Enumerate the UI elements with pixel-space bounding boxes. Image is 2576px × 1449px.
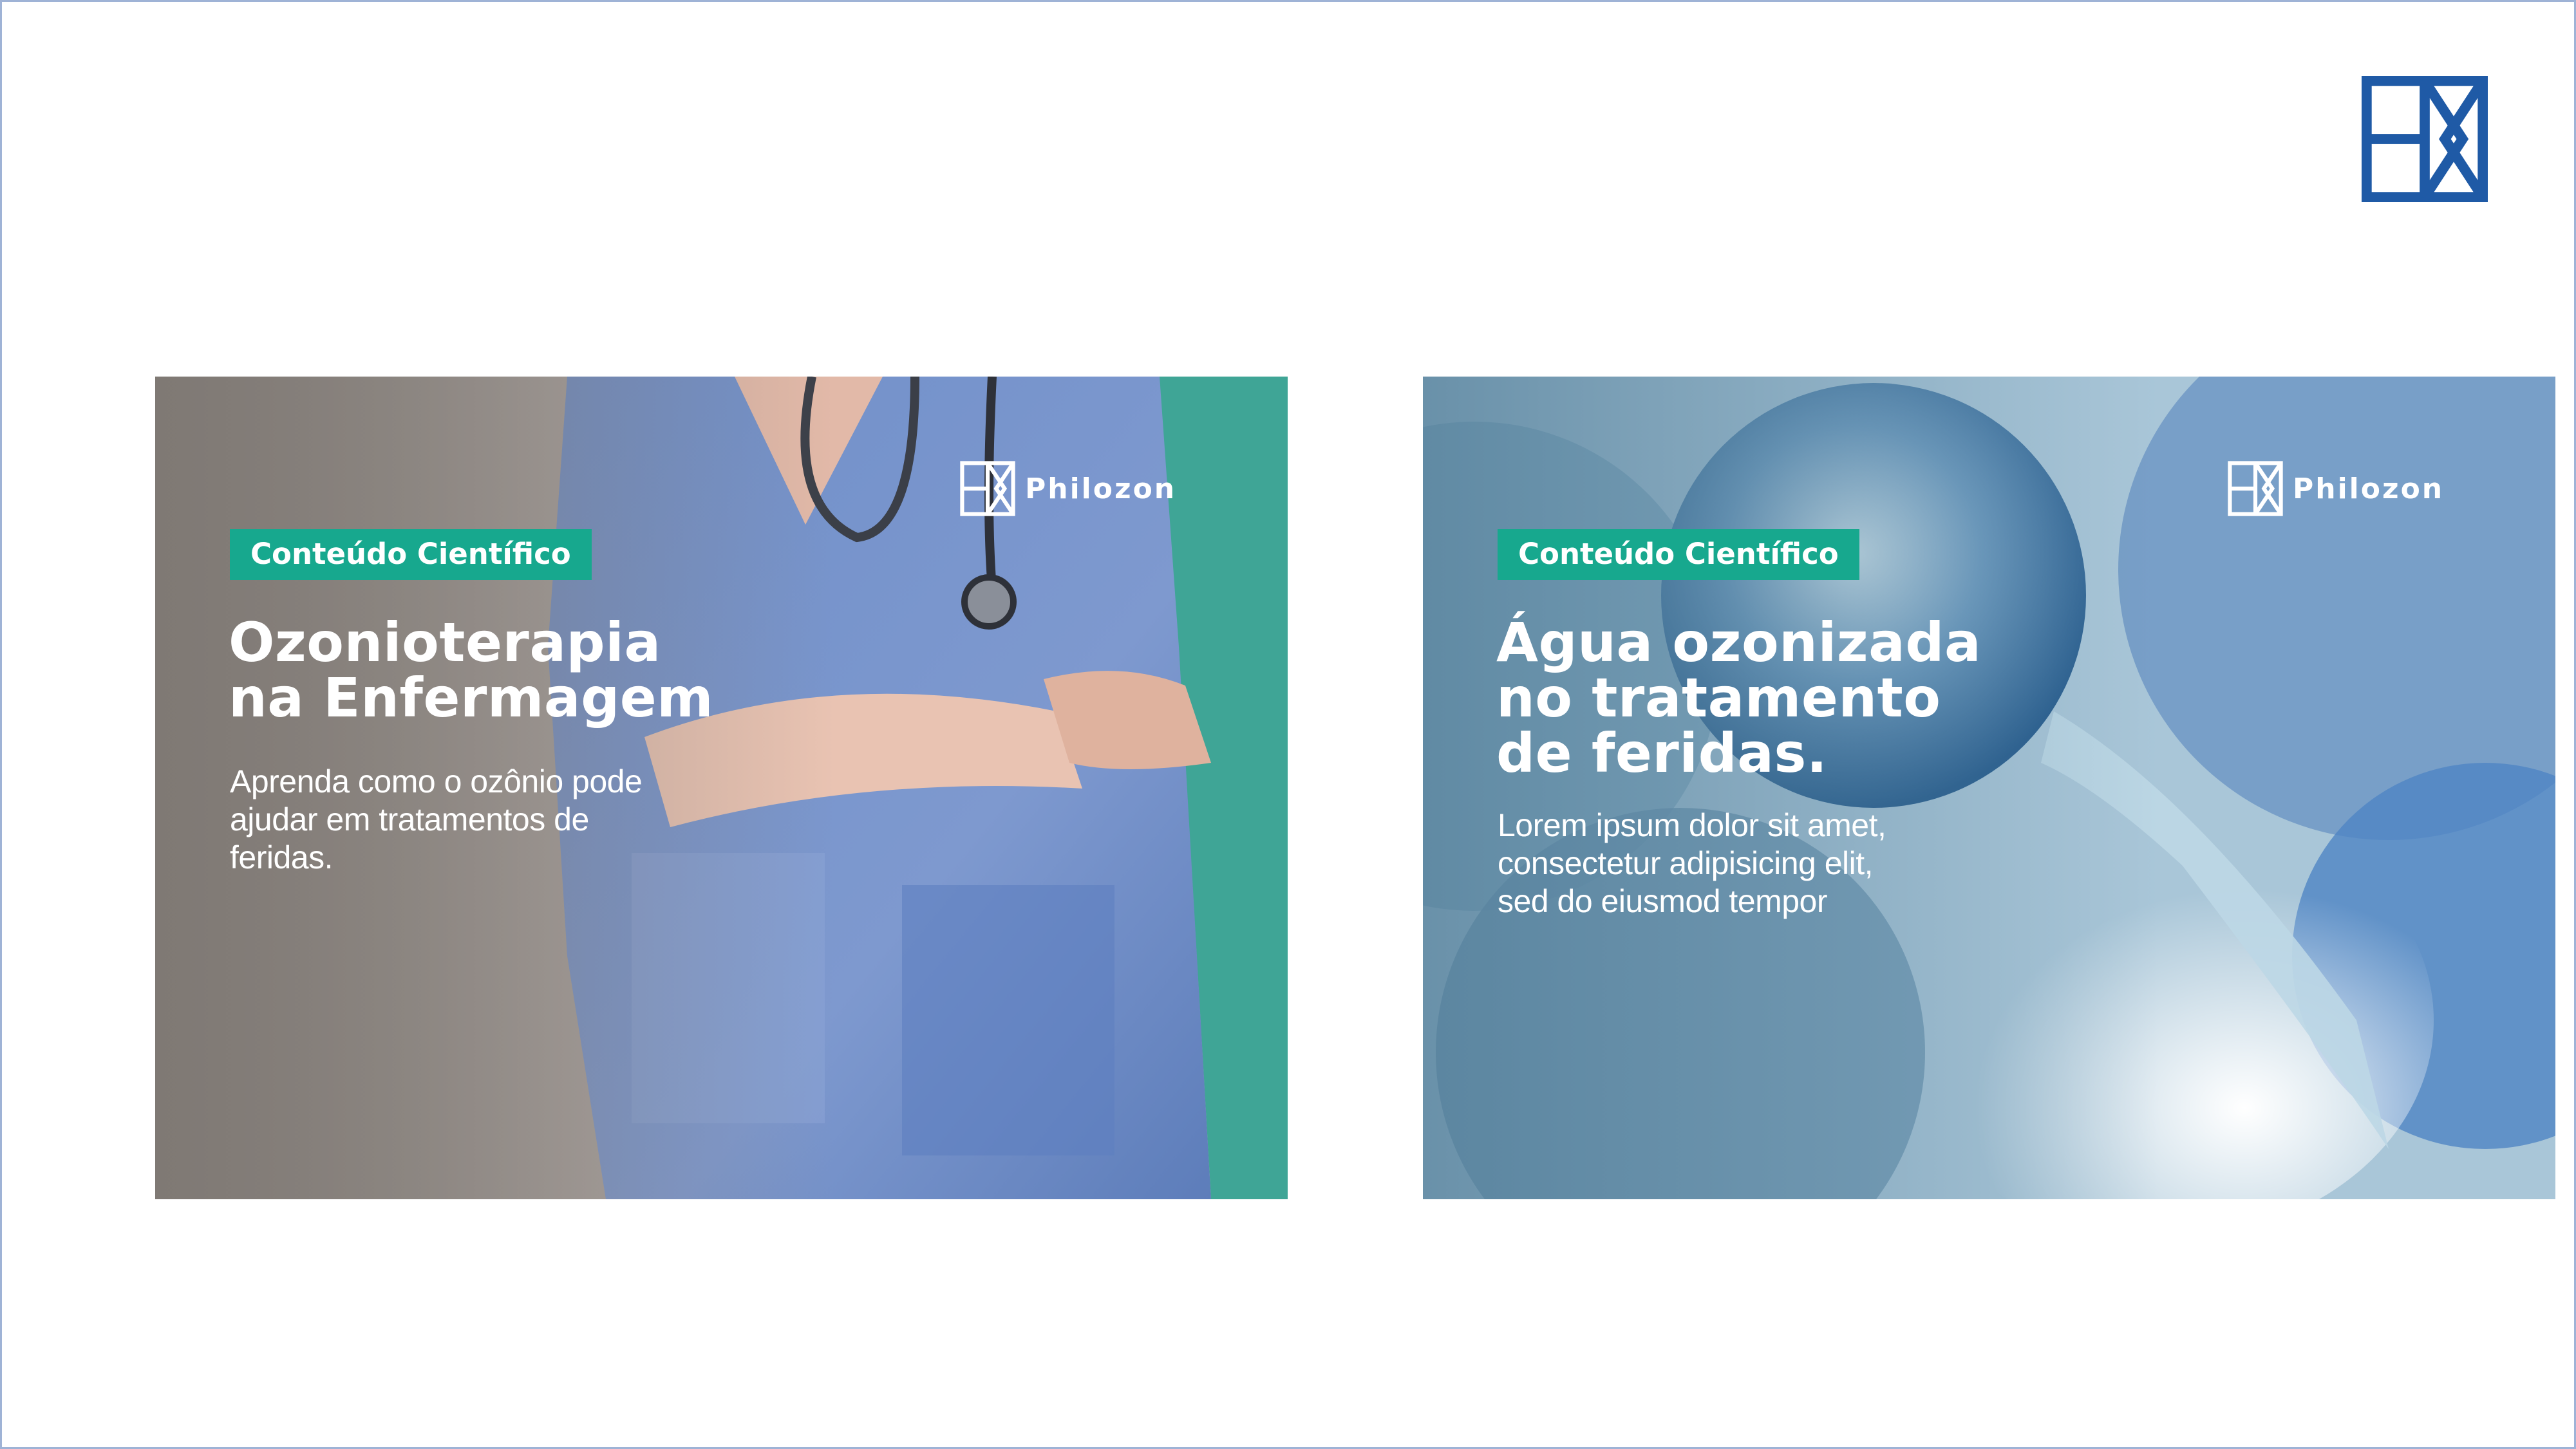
description-line: sed do eiusmod tempor	[1498, 883, 1828, 919]
headline-line: na Enfermagem	[229, 666, 714, 729]
post-banner-ozonized-water: Conteúdo Científico Conteúdo Científico …	[1310, 377, 2555, 1199]
description-line: Aprenda como o ozônio pode	[230, 763, 643, 799]
vertical-label-bottom: Conteúdo Científico	[1339, 757, 1391, 1199]
vertical-label-strip: Conteúdo Científico Conteúdo Científico	[42, 377, 153, 1199]
vertical-label-top: Conteúdo Científico	[71, 377, 123, 788]
headline-line: no tratamento	[1496, 666, 1941, 729]
spine-divider	[1420, 377, 1423, 1199]
description-line: Lorem ipsum dolor sit amet,	[1498, 807, 1886, 843]
vertical-label-strip: Conteúdo Científico Conteúdo Científico	[1310, 377, 1420, 1199]
post-banner-nursing: Conteúdo Científico Conteúdo Científico …	[42, 377, 1288, 1199]
banner-description: Aprenda como o ozônio pode ajudar em tra…	[230, 763, 643, 877]
brand-logo: Philozon	[959, 460, 1176, 517]
banner-headline: Ozonioterapia na Enfermagem	[229, 615, 713, 725]
brand-name: Philozon	[2293, 472, 2445, 505]
brand-logo: Philozon	[2227, 460, 2444, 517]
philozon-mark-icon	[960, 461, 1015, 516]
spine-divider	[153, 377, 155, 1199]
headline-line: Água ozonizada	[1496, 611, 1982, 674]
banner-description: Lorem ipsum dolor sit amet, consectetur …	[1498, 807, 1886, 921]
category-badge: Conteúdo Científico	[1498, 529, 1859, 580]
description-line: feridas.	[230, 839, 333, 875]
category-badge: Conteúdo Científico	[230, 529, 592, 580]
philozon-mark-icon	[2228, 461, 2283, 516]
banner-headline: Água ozonizada no tratamento de feridas.	[1496, 615, 1981, 781]
vertical-label-top: Conteúdo Científico	[1339, 377, 1391, 788]
vertical-label-bottom: Conteúdo Científico	[71, 757, 123, 1199]
description-line: ajudar em tratamentos de	[230, 801, 589, 837]
philozon-mark-icon	[2362, 76, 2488, 202]
headline-line: Ozonioterapia	[229, 611, 661, 674]
presentation-slide: Conteúdo Científico Conteúdo Científico …	[0, 0, 2576, 1449]
description-line: consectetur adipisicing elit,	[1498, 845, 1874, 881]
brand-name: Philozon	[1025, 472, 1177, 505]
headline-line: de feridas.	[1496, 722, 1828, 785]
